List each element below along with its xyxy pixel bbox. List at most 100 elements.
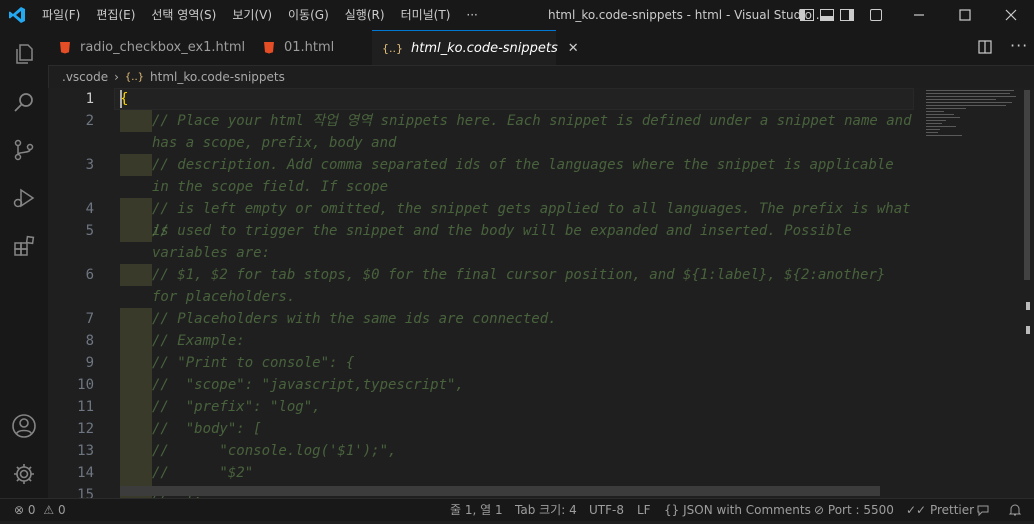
breadcrumb-file[interactable]: html_ko.code-snippets — [150, 70, 285, 84]
layout-controls — [800, 0, 882, 30]
no-entry-icon: ⊘ — [814, 503, 825, 517]
error-count: 0 — [27, 503, 36, 517]
code-line: // "$2" — [152, 465, 254, 481]
horizontal-scrollbar[interactable] — [120, 486, 880, 496]
manage-gear-icon[interactable] — [0, 450, 48, 498]
menu-file[interactable]: 파일(F) — [34, 0, 88, 30]
vertical-scrollbar[interactable] — [1020, 88, 1034, 498]
problems-indicator[interactable]: ⊗ 0 ⚠ 0 — [14, 499, 66, 521]
menu-run[interactable]: 실행(R) — [337, 0, 393, 30]
maximize-button[interactable] — [942, 0, 988, 30]
source-control-icon[interactable] — [0, 126, 48, 174]
scrollbar-marker — [1026, 326, 1030, 334]
line-number: 7 — [85, 311, 94, 327]
indent-guide — [120, 308, 152, 330]
line-number: 14 — [77, 465, 94, 481]
language-label: JSON with Comments — [683, 503, 811, 517]
feedback-icon[interactable] — [976, 499, 990, 521]
explorer-icon[interactable] — [0, 30, 48, 78]
code-line: // Placeholders with the same ids are co… — [152, 311, 557, 327]
warning-count: 0 — [57, 503, 66, 517]
prettier-status[interactable]: ✓✓ Prettier — [906, 499, 974, 521]
notifications-bell-icon[interactable] — [1008, 499, 1022, 521]
menu-more[interactable]: ··· — [458, 0, 485, 30]
indent-guide — [120, 220, 152, 242]
error-icon: ⊗ — [14, 503, 25, 517]
breadcrumb-folder[interactable]: .vscode — [62, 70, 108, 84]
braces-icon: {} — [664, 503, 680, 517]
live-server-port[interactable]: ⊘ Port : 5500 — [814, 499, 894, 521]
line-number: 11 — [77, 399, 94, 415]
window-title: html_ko.code-snippets - html - Visual St… — [548, 8, 828, 22]
indent-guide — [120, 462, 152, 484]
html5-icon — [60, 41, 70, 54]
indent-guide — [120, 374, 152, 396]
code-line: // Place your html 작업 영역 snippets here. … — [152, 113, 920, 151]
search-icon[interactable] — [0, 78, 48, 126]
indentation-setting[interactable]: Tab 크기: 4 — [515, 499, 577, 521]
menu-terminal[interactable]: 터미널(T) — [393, 0, 459, 30]
language-mode[interactable]: {} JSON with Comments — [664, 499, 811, 521]
code-line: // "scope": "javascript,typescript", — [152, 377, 464, 393]
indent-guide — [120, 110, 152, 132]
split-editor-icon[interactable] — [978, 40, 992, 58]
prettier-label: Prettier — [929, 503, 975, 517]
eol-setting[interactable]: LF — [637, 499, 651, 521]
braces-icon: {..} — [124, 71, 145, 83]
code-line: // Example: — [152, 333, 245, 349]
minimap[interactable] — [926, 88, 1018, 158]
menu-bar: 파일(F) 편집(E) 선택 영역(S) 보기(V) 이동(G) 실행(R) 터… — [34, 0, 486, 30]
line-number: 5 — [85, 223, 94, 239]
close-tab-icon[interactable]: ✕ — [568, 41, 579, 56]
tab-html-ko-snippets[interactable]: {..} html_ko.code-snippets ✕ — [372, 30, 579, 65]
code-editor[interactable]: 1 2 3 4 5 6 7 8 9 10 11 12 13 14 15 { //… — [48, 88, 1034, 498]
customize-layout-icon[interactable] — [870, 9, 882, 21]
line-number: 15 — [77, 487, 94, 498]
indent-guide — [120, 154, 152, 176]
extensions-icon[interactable] — [0, 222, 48, 270]
tab-label: radio_checkbox_ex1.html — [80, 40, 246, 55]
close-window-button[interactable] — [988, 0, 1034, 30]
run-debug-icon[interactable] — [0, 174, 48, 222]
menu-view[interactable]: 보기(V) — [224, 0, 280, 30]
encoding-setting[interactable]: UTF-8 — [589, 499, 624, 521]
indent-guide — [120, 418, 152, 440]
line-number: 8 — [85, 333, 94, 349]
line-number: 1 — [85, 91, 94, 107]
scrollbar-marker — [1026, 302, 1030, 310]
toggle-panel-icon[interactable] — [820, 9, 834, 21]
text-cursor — [120, 90, 122, 108]
activity-bar — [0, 30, 49, 498]
more-actions-icon[interactable]: ··· — [1010, 36, 1028, 55]
vscode-logo-icon[interactable] — [0, 0, 34, 30]
menu-edit[interactable]: 편집(E) — [88, 0, 143, 30]
toggle-secondary-sidebar-icon[interactable] — [840, 9, 854, 21]
code-line: // "console.log('$1');", — [152, 443, 397, 459]
line-number: 2 — [85, 113, 94, 129]
double-check-icon: ✓✓ — [906, 503, 927, 517]
accounts-icon[interactable] — [0, 402, 48, 450]
toggle-primary-sidebar-icon[interactable] — [800, 9, 814, 21]
tab-01-html[interactable]: 01.html — [260, 30, 370, 65]
line-number: 10 — [77, 377, 94, 393]
code-line: // "Print to console": { — [152, 355, 355, 371]
port-label: Port : 5500 — [827, 503, 894, 517]
code-line: // used to trigger the snippet and the b… — [152, 223, 861, 261]
scrollbar-thumb[interactable] — [1024, 90, 1030, 280]
minimize-button[interactable] — [896, 0, 942, 30]
warning-icon: ⚠ — [43, 503, 55, 517]
line-number: 9 — [85, 355, 94, 371]
tab-radio-checkbox[interactable]: radio_checkbox_ex1.html — [48, 30, 260, 65]
line-number: 13 — [77, 443, 94, 459]
tab-label: 01.html — [284, 40, 335, 55]
indent-guide — [120, 264, 152, 286]
indent-guide — [120, 396, 152, 418]
menu-selection[interactable]: 선택 영역(S) — [143, 0, 224, 30]
indent-guide — [120, 352, 152, 374]
menu-go[interactable]: 이동(G) — [280, 0, 337, 30]
indent-guide — [120, 198, 152, 220]
cursor-position[interactable]: 줄 1, 열 1 — [450, 499, 503, 521]
indent-guide — [120, 330, 152, 352]
line-number: 4 — [85, 201, 94, 217]
tab-label: html_ko.code-snippets — [411, 40, 558, 56]
